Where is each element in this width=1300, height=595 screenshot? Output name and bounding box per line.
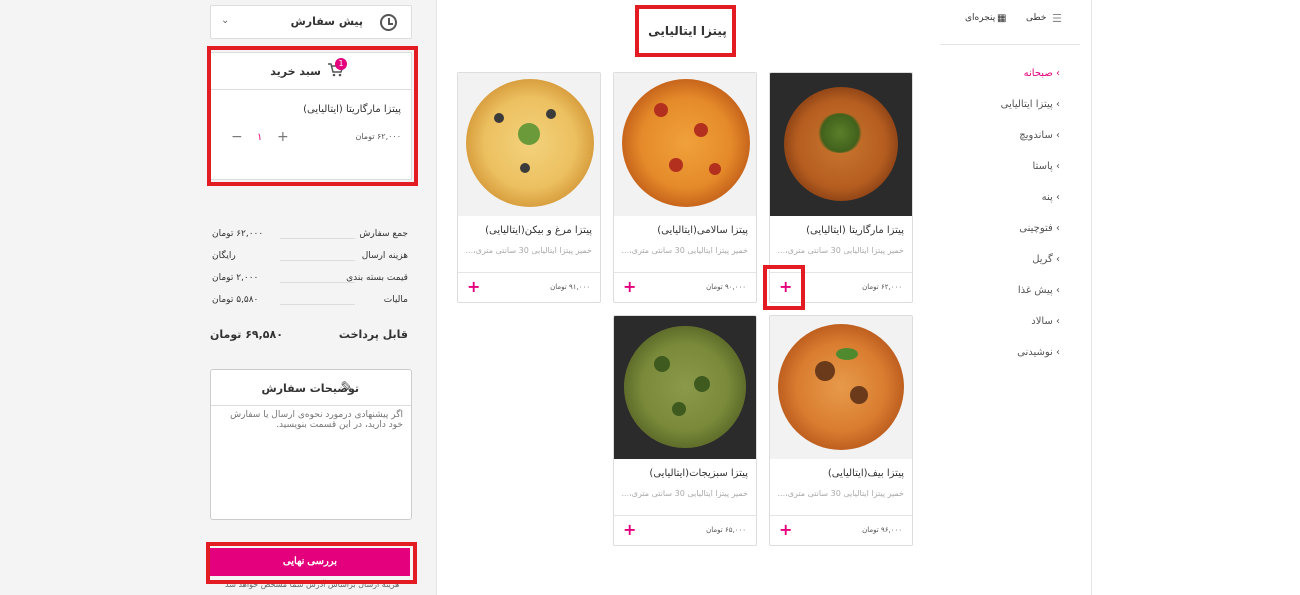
product-card[interactable]: پیتزا مرغ و بیکن(ایتالیایی) خمیر پیتزا ا… — [457, 72, 601, 303]
payable-value: ۶۹,۵۸۰ تومان — [210, 328, 283, 341]
product-price: ۶۵,۰۰۰ تومان — [706, 526, 746, 534]
cart-box: سبد خرید 1 پیتزا مارگاریتا (ایتالیایی) ۶… — [210, 52, 412, 180]
add-to-cart-button[interactable]: + — [779, 277, 792, 296]
add-to-cart-button[interactable]: + — [623, 520, 636, 539]
product-card[interactable]: پیتزا مارگاریتا (ایتالیایی) خمیر پیتزا ا… — [769, 72, 913, 303]
summary-value: رایگان — [212, 251, 236, 261]
product-description: خمیر پیتزا ایتالیایی 30 سانتی متری،... — [777, 489, 904, 498]
product-image — [614, 73, 756, 216]
summary-label: مالیات — [383, 295, 408, 305]
decrease-button[interactable]: − — [231, 129, 243, 145]
product-card[interactable]: پیتزا سالامی(ایتالیایی) خمیر پیتزا ایتال… — [613, 72, 757, 303]
nav-item-sandwich[interactable]: › ساندویچ — [1019, 130, 1060, 141]
grid-icon[interactable]: ▦ — [997, 13, 1006, 24]
add-to-cart-button[interactable]: + — [779, 520, 792, 539]
nav-item-salad[interactable]: › سالاد — [1031, 316, 1060, 327]
increase-button[interactable]: + — [277, 129, 289, 145]
product-footer: ۹۰,۰۰۰ تومان + — [614, 272, 756, 302]
summary-value: ۲,۰۰۰ تومان — [212, 273, 259, 283]
summary-label: جمع سفارش — [359, 229, 408, 239]
nav-item-grill[interactable]: › گریل — [1032, 254, 1060, 265]
shipping-footnote: هزینه ارسال براساس آدرس شما مشخص خواهد ش… — [225, 580, 400, 589]
summary-row: جمع سفارش ۶۲,۰۰۰ تومان — [210, 226, 410, 248]
summary-label: قیمت بسته بندی — [346, 273, 408, 283]
category-title: پیتزا ایتالیایی — [640, 10, 735, 52]
summary-label: هزینه ارسال — [361, 251, 408, 261]
product-image — [614, 316, 756, 459]
cart-header: سبد خرید 1 — [211, 53, 411, 90]
summary-value: ۶۲,۰۰۰ تومان — [212, 229, 264, 239]
product-description: خمیر پیتزا ایتالیایی 30 سانتی متری،... — [621, 246, 748, 255]
order-notes-input[interactable] — [213, 408, 409, 516]
quantity-value: ۱ — [257, 132, 263, 143]
product-image — [770, 73, 912, 216]
product-price: ۹۶,۰۰۰ تومان — [862, 526, 902, 534]
nav-item-penne[interactable]: › پنه — [1042, 192, 1060, 203]
nav-item-fettuccine[interactable]: › فتوچینی — [1019, 223, 1060, 234]
divider — [940, 44, 1080, 45]
product-name: پیتزا مرغ و بیکن(ایتالیایی) — [485, 225, 592, 236]
order-notes: توضیحات سفارش ✎ — [210, 369, 412, 520]
payable-label: قابل پرداخت — [338, 328, 408, 341]
nav-item-drinks[interactable]: › نوشیدنی — [1017, 347, 1060, 358]
add-to-cart-button[interactable]: + — [623, 277, 636, 296]
product-price: ۶۲,۰۰۰ تومان — [862, 283, 902, 291]
final-review-button[interactable]: بررسی نهایی — [210, 548, 410, 576]
nav-item-appetizer[interactable]: › پیش غذا — [1018, 285, 1060, 296]
list-icon[interactable]: ☰ — [1052, 12, 1062, 25]
order-panel: ⌄ پیش سفارش سبد خرید 1 پیتزا مارگاریتا (… — [200, 0, 420, 595]
product-footer: ۶۲,۰۰۰ تومان + — [770, 272, 912, 302]
nav-item-pasta[interactable]: › پاستا — [1033, 161, 1060, 172]
product-name: پیتزا سبزیجات(ایتالیایی) — [649, 468, 748, 479]
cart-count-badge: 1 — [335, 58, 347, 70]
cart-item-name: پیتزا مارگاریتا (ایتالیایی) — [303, 104, 401, 115]
category-sidebar — [1092, 0, 1300, 595]
view-toggle: پنجره‌ای ▦ خطی ☰ — [935, 8, 1080, 34]
product-price: ۹۰,۰۰۰ تومان — [706, 283, 746, 291]
product-name: پیتزا مارگاریتا (ایتالیایی) — [806, 225, 904, 236]
nav-item-breakfast[interactable]: › صبحانه — [1024, 68, 1060, 79]
product-description: خمیر پیتزا ایتالیایی 30 سانتی متری،... — [621, 489, 748, 498]
preorder-dropdown[interactable]: ⌄ پیش سفارش — [210, 5, 412, 39]
product-footer: ۶۵,۰۰۰ تومان + — [614, 515, 756, 545]
product-footer: ۹۱,۰۰۰ تومان + — [458, 272, 600, 302]
chevron-down-icon: ⌄ — [221, 15, 230, 26]
payable-total: قابل پرداخت ۶۹,۵۸۰ تومان — [210, 328, 410, 346]
grid-view-label[interactable]: پنجره‌ای — [965, 13, 995, 23]
clock-icon — [380, 14, 397, 31]
order-summary: جمع سفارش ۶۲,۰۰۰ تومان هزینه ارسال رایگان … — [210, 226, 410, 314]
add-to-cart-button[interactable]: + — [467, 277, 480, 296]
preorder-label: پیش سفارش — [290, 15, 363, 28]
nav-item-italian-pizza[interactable]: › پیتزا ایتالیایی — [1001, 99, 1060, 110]
list-view-label[interactable]: خطی — [1026, 13, 1046, 23]
product-price: ۹۱,۰۰۰ تومان — [550, 283, 590, 291]
notes-header: توضیحات سفارش ✎ — [211, 370, 411, 406]
pencil-icon: ✎ — [340, 378, 353, 396]
product-name: پیتزا سالامی(ایتالیایی) — [657, 225, 748, 236]
product-image — [770, 316, 912, 459]
summary-value: ۵,۵۸۰ تومان — [212, 295, 259, 305]
product-card[interactable]: پیتزا سبزیجات(ایتالیایی) خمیر پیتزا ایتا… — [613, 315, 757, 546]
quantity-stepper: − ۱ + — [231, 129, 291, 147]
product-footer: ۹۶,۰۰۰ تومان + — [770, 515, 912, 545]
cart-title: سبد خرید — [270, 65, 321, 78]
product-description: خمیر پیتزا ایتالیایی 30 سانتی متری،... — [465, 246, 592, 255]
product-name: پیتزا بیف(ایتالیایی) — [827, 468, 904, 479]
product-description: خمیر پیتزا ایتالیایی 30 سانتی متری،... — [777, 246, 904, 255]
cart-item-price: ۶۲,۰۰۰ تومان — [355, 132, 401, 141]
summary-row: مالیات ۵,۵۸۰ تومان — [210, 292, 410, 314]
product-image — [458, 73, 600, 216]
summary-row: قیمت بسته بندی ۲,۰۰۰ تومان — [210, 270, 410, 292]
summary-row: هزینه ارسال رایگان — [210, 248, 410, 270]
product-card[interactable]: پیتزا بیف(ایتالیایی) خمیر پیتزا ایتالیای… — [769, 315, 913, 546]
